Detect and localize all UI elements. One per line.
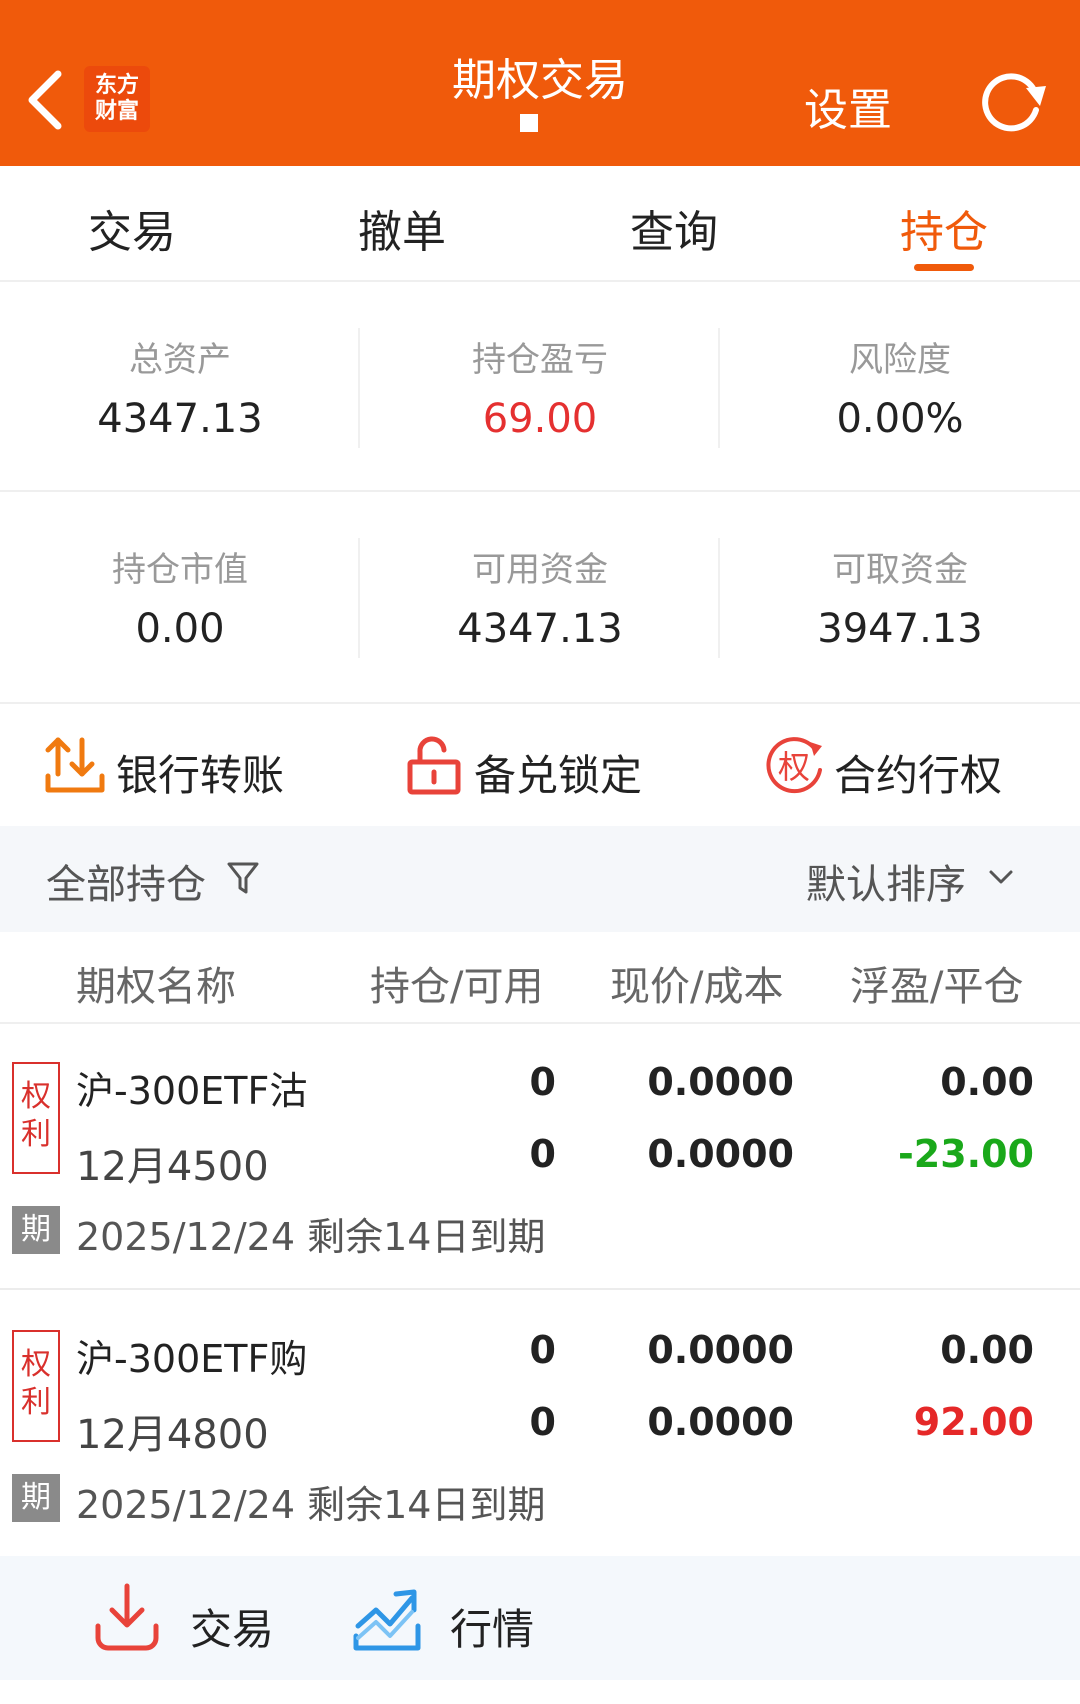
close-pl: 92.00 <box>913 1400 1034 1444</box>
stat-value: 4347.13 <box>97 396 263 442</box>
stat-value: 0.00% <box>836 396 964 442</box>
table-row[interactable]: 权 利 沪-300ETF购 12月4800 0 0 0.0000 0.0000 … <box>0 1292 1080 1556</box>
position-filter[interactable]: 全部持仓 <box>46 852 206 910</box>
row-action-bar: 交易 行情 <box>0 1556 1080 1680</box>
title-indicator-dot <box>520 114 538 132</box>
stat-label: 可取资金 <box>832 550 968 590</box>
available-funds: 可用资金 4347.13 <box>360 494 720 702</box>
expiry-badge: 期 <box>12 1474 60 1522</box>
settings-button[interactable]: 设置 <box>804 74 892 138</box>
positions-table-header: 期权名称 持仓/可用 现价/成本 浮盈/平仓 <box>0 932 1080 1024</box>
stat-value: 4347.13 <box>457 606 623 652</box>
stat-label: 持仓盈亏 <box>472 340 608 380</box>
active-tab-indicator <box>914 264 974 271</box>
float-pl: 0.00 <box>940 1060 1034 1104</box>
column-header-pl: 浮盈/平仓 <box>850 964 1024 1010</box>
available-qty: 0 <box>529 1400 556 1444</box>
market-label: 行情 <box>450 1605 535 1654</box>
position-qty: 0 <box>529 1060 556 1104</box>
refresh-icon[interactable] <box>976 66 1052 136</box>
covered-lock-button[interactable]: 备兑锁定 <box>406 736 646 800</box>
expiry-date: 2025/12/24 剩余14日到期 <box>76 1483 546 1527</box>
filter-icon[interactable] <box>226 860 260 896</box>
tab-positions[interactable]: 持仓 <box>844 196 1044 260</box>
expiry-badge: 期 <box>12 1206 60 1254</box>
position-pl: 持仓盈亏 69.00 <box>360 284 720 490</box>
total-assets: 总资产 4347.13 <box>0 284 360 490</box>
current-price: 0.0000 <box>647 1328 794 1372</box>
bank-transfer-icon <box>45 737 105 793</box>
chevron-down-icon[interactable] <box>988 868 1014 886</box>
action-label: 银行转账 <box>116 751 285 800</box>
unlock-icon <box>407 736 461 795</box>
table-row[interactable]: 权 利 沪-300ETF沽 12月4500 0 0 0.0000 0.0000 … <box>0 1024 1080 1290</box>
position-qty: 0 <box>529 1328 556 1372</box>
cost-price: 0.0000 <box>647 1400 794 1444</box>
trade-label: 交易 <box>190 1605 275 1654</box>
market-quotes-button[interactable]: 行情 <box>352 1580 552 1656</box>
close-pl: -23.00 <box>898 1132 1034 1176</box>
stat-label: 风险度 <box>849 340 951 380</box>
option-strike: 12月4800 <box>76 1412 269 1458</box>
tab-trade[interactable]: 交易 <box>32 196 232 260</box>
tab-bar: 交易 撤单 查询 持仓 <box>0 166 1080 282</box>
option-name: 沪-300ETF沽 <box>76 1069 308 1113</box>
action-label: 合约行权 <box>834 751 1003 800</box>
rights-tag: 权 利 <box>12 1330 60 1442</box>
bank-transfer-button[interactable]: 银行转账 <box>44 736 284 800</box>
stat-value: 69.00 <box>482 396 598 442</box>
top-app-bar: 东方 财富 期权交易 设置 <box>0 0 1080 166</box>
column-header-position: 持仓/可用 <box>370 964 544 1010</box>
expiry-date: 2025/12/24 剩余14日到期 <box>76 1215 546 1259</box>
download-icon <box>95 1583 159 1651</box>
current-price: 0.0000 <box>647 1060 794 1104</box>
stat-value: 0.00 <box>135 606 225 652</box>
page-title: 期权交易 <box>452 55 628 106</box>
exercise-contract-button[interactable]: 权 合约行权 <box>764 736 1024 800</box>
float-pl: 0.00 <box>940 1328 1034 1372</box>
sort-dropdown[interactable]: 默认排序 <box>806 852 966 910</box>
trade-button[interactable]: 交易 <box>92 1580 292 1656</box>
stat-label: 可用资金 <box>472 550 608 590</box>
chart-trend-icon <box>353 1589 421 1651</box>
stat-value: 3947.13 <box>817 606 983 652</box>
available-qty: 0 <box>529 1132 556 1176</box>
column-header-price: 现价/成本 <box>610 964 784 1010</box>
quick-actions: 银行转账 备兑锁定 权 合约行权 <box>0 706 1080 826</box>
cost-price: 0.0000 <box>647 1132 794 1176</box>
exercise-icon: 权 <box>766 737 822 794</box>
option-strike: 12月4500 <box>76 1144 269 1190</box>
market-value: 持仓市值 0.00 <box>0 494 360 702</box>
rights-tag: 权 利 <box>12 1062 60 1174</box>
exercise-icon-text: 权 <box>778 748 810 786</box>
stat-label: 持仓市值 <box>112 550 248 590</box>
tab-query[interactable]: 查询 <box>574 196 774 260</box>
option-name: 沪-300ETF购 <box>76 1337 308 1381</box>
account-summary-row2: 持仓市值 0.00 可用资金 4347.13 可取资金 3947.13 <box>0 494 1080 704</box>
tab-cancel-order[interactable]: 撤单 <box>302 196 502 260</box>
withdrawable-funds: 可取资金 3947.13 <box>720 494 1080 702</box>
column-header-name: 期权名称 <box>76 964 236 1010</box>
filter-sort-bar: 全部持仓 默认排序 <box>0 826 1080 932</box>
tag-char: 利 <box>21 1117 51 1152</box>
risk-level: 风险度 0.00% <box>720 284 1080 490</box>
tag-char: 权 <box>21 1079 51 1114</box>
action-label: 备兑锁定 <box>474 751 643 800</box>
account-summary-row1: 总资产 4347.13 持仓盈亏 69.00 风险度 0.00% <box>0 284 1080 492</box>
tag-char: 利 <box>21 1385 51 1420</box>
stat-label: 总资产 <box>129 340 231 380</box>
tag-char: 权 <box>21 1347 51 1382</box>
